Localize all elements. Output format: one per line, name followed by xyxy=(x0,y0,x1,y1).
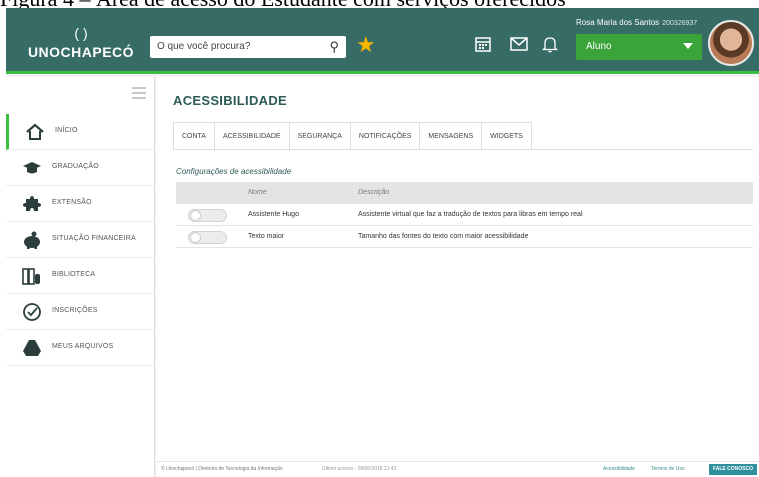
row-description: Tamanho das fontes do texto com maior ac… xyxy=(358,233,529,240)
logo[interactable]: ( ) UNOCHAPECÓ xyxy=(26,26,136,60)
library-books-icon xyxy=(22,266,42,286)
footer-last-access: Último acesso : 08/06/2018 21:42 xyxy=(322,466,397,472)
table-row: Texto maior Tamanho das fontes do texto … xyxy=(176,226,753,248)
table-row: Assistente Hugo Assistente virtual que f… xyxy=(176,204,753,226)
sidebar-nav: INÍCIO GRADUAÇÃO EXTENSÃO SITUAÇÃO FINAN… xyxy=(6,114,155,366)
tab-seguranca[interactable]: SEGURANÇA xyxy=(288,122,351,150)
sidebar-item-label: INÍCIO xyxy=(55,127,78,134)
sidebar-item-label: GRADUAÇÃO xyxy=(52,163,99,170)
sidebar-item-label: BIBLIOTECA xyxy=(52,271,96,278)
hamburger-menu-icon[interactable] xyxy=(132,87,146,102)
table-header: Nome Descrição xyxy=(176,182,753,204)
tab-divider xyxy=(173,149,753,150)
user-id: 200326937 xyxy=(662,20,698,27)
role-select[interactable]: Aluno xyxy=(576,34,702,60)
avatar[interactable] xyxy=(708,20,754,66)
tab-mensagens[interactable]: MENSAGENS xyxy=(419,122,483,150)
sidebar-item-biblioteca[interactable]: BIBLIOTECA xyxy=(6,258,155,294)
tab-acessibilidade[interactable]: ACESSIBILIDADE xyxy=(213,122,290,151)
tab-conta[interactable]: CONTA xyxy=(173,122,215,150)
texto-maior-toggle[interactable] xyxy=(188,231,227,244)
check-circle-icon xyxy=(22,302,42,322)
sidebar-item-extensao[interactable]: EXTENSÃO xyxy=(6,186,155,222)
search-icon[interactable]: ⚲ xyxy=(329,39,339,55)
main-content: ACESSIBILIDADE CONTA ACESSIBILIDADE SEGU… xyxy=(156,77,759,461)
sidebar-item-meus-arquivos[interactable]: MEUS ARQUIVOS xyxy=(6,330,155,366)
sidebar-item-inicio[interactable]: INÍCIO xyxy=(6,114,155,150)
tab-notificacoes[interactable]: NOTIFICAÇÕES xyxy=(349,122,421,150)
tab-bar: CONTA ACESSIBILIDADE SEGURANÇA NOTIFICAÇ… xyxy=(173,122,532,151)
sidebar-item-label: SITUAÇÃO FINANCEIRA xyxy=(52,235,136,242)
search-input[interactable]: O que você procura? xyxy=(157,41,250,52)
sidebar-item-label: MEUS ARQUIVOS xyxy=(52,343,114,350)
tab-widgets[interactable]: WIDGETS xyxy=(481,122,532,150)
mail-icon[interactable] xyxy=(509,35,529,58)
role-select-value: Aluno xyxy=(586,41,612,52)
drive-icon xyxy=(22,338,42,358)
sidebar: INÍCIO GRADUAÇÃO EXTENSÃO SITUAÇÃO FINAN… xyxy=(6,77,155,477)
row-description: Assistente virtual que faz a tradução de… xyxy=(358,211,583,218)
home-icon xyxy=(25,122,45,142)
page-title: ACESSIBILIDADE xyxy=(173,93,287,108)
row-name: Assistente Hugo xyxy=(248,211,299,218)
footer-link-terms[interactable]: Termos de Uso xyxy=(651,466,685,472)
favorites-star-icon[interactable]: ★ xyxy=(356,32,376,58)
logo-mark: ( ) xyxy=(74,25,88,41)
column-header-description: Descrição xyxy=(358,189,390,196)
footer-copyright: © Unochapecó | Diretoria de Tecnologia d… xyxy=(161,466,283,472)
puzzle-icon xyxy=(22,194,42,214)
column-header-name: Nome xyxy=(248,189,267,196)
assistente-hugo-toggle[interactable] xyxy=(188,209,227,222)
sidebar-item-graduacao[interactable]: GRADUAÇÃO xyxy=(6,150,155,186)
sidebar-item-situacao-financeira[interactable]: SITUAÇÃO FINANCEIRA xyxy=(6,222,155,258)
section-title: Configurações de acessibilidade xyxy=(176,167,292,176)
accessibility-table: Nome Descrição Assistente Hugo Assistent… xyxy=(176,182,753,248)
search-box[interactable]: O que você procura? ⚲ xyxy=(150,36,346,58)
user-name: Rosa Maria dos Santos 200326937 xyxy=(576,18,697,27)
chevron-down-icon xyxy=(683,43,693,49)
bell-icon[interactable] xyxy=(541,35,559,58)
graduation-cap-icon xyxy=(22,158,42,178)
piggy-bank-icon xyxy=(22,230,42,250)
app-screen: ( ) UNOCHAPECÓ O que você procura? ⚲ ★ R… xyxy=(6,8,759,477)
sidebar-item-inscricoes[interactable]: INSCRIÇÕES xyxy=(6,294,155,330)
footer: © Unochapecó | Diretoria de Tecnologia d… xyxy=(156,461,759,477)
user-name-text: Rosa Maria dos Santos xyxy=(576,18,660,27)
calendar-icon[interactable] xyxy=(474,35,492,58)
contact-button[interactable]: FALE CONOSCO xyxy=(708,464,757,475)
top-header: ( ) UNOCHAPECÓ O que você procura? ⚲ ★ R… xyxy=(6,8,759,74)
sidebar-item-label: INSCRIÇÕES xyxy=(52,307,98,314)
logo-name: UNOCHAPECÓ xyxy=(27,44,135,60)
sidebar-item-label: EXTENSÃO xyxy=(52,199,92,206)
row-name: Texto maior xyxy=(248,233,285,240)
footer-link-accessibility[interactable]: Acessibilidade xyxy=(603,466,635,472)
